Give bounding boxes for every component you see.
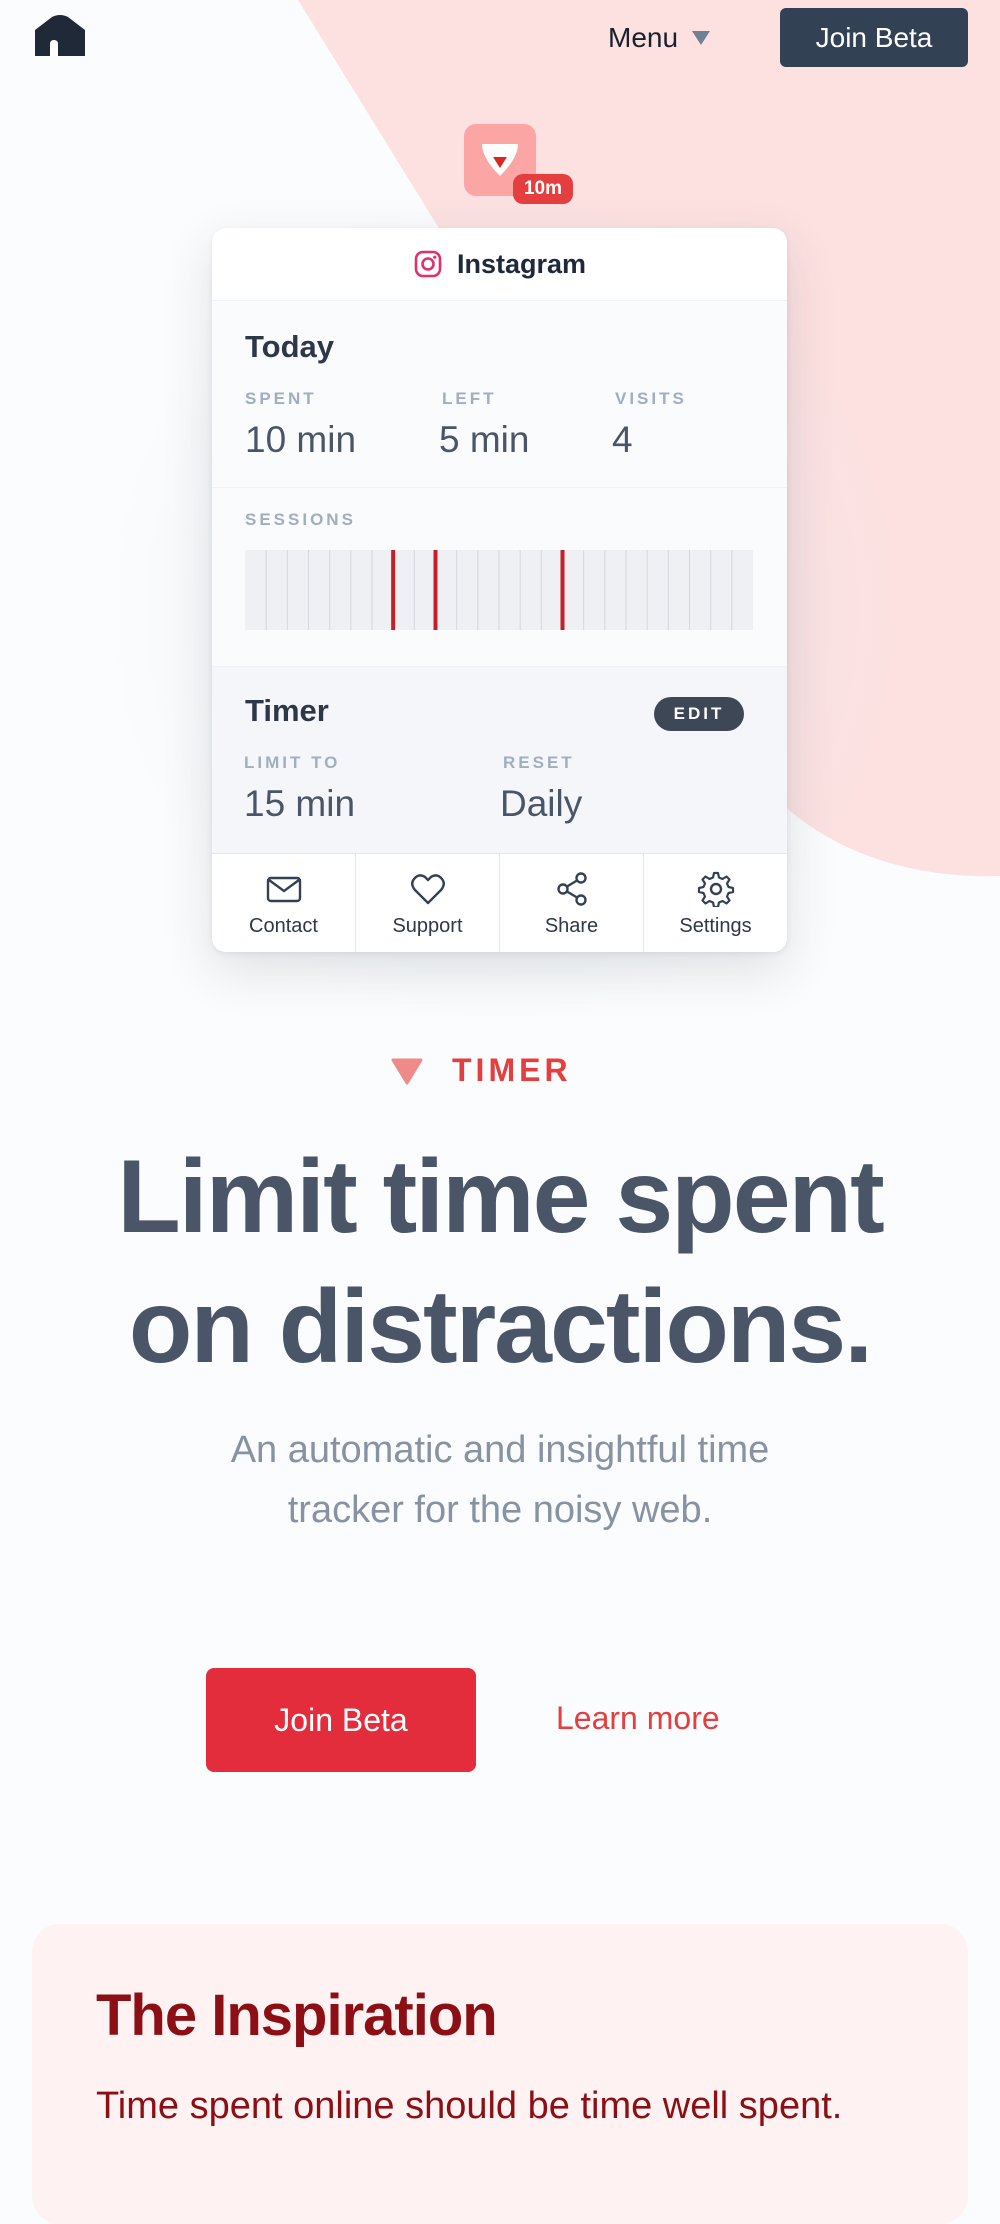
session-tick	[604, 550, 606, 630]
left-label: LEFT	[442, 389, 497, 408]
hero-headline: Limit time spent on distractions.	[0, 1132, 1000, 1392]
logo-icon[interactable]	[32, 14, 88, 58]
card-tab-bar: Contact Support Share Settings	[212, 854, 787, 952]
session-tick	[308, 550, 309, 630]
session-marker	[391, 550, 396, 630]
menu-label: Menu	[608, 22, 679, 53]
join-beta-nav-button[interactable]: Join Beta	[780, 8, 968, 67]
edit-timer-button[interactable]: EDIT	[654, 697, 744, 731]
share-icon	[556, 872, 587, 906]
app-name: Instagram	[456, 248, 587, 279]
session-tick	[540, 550, 542, 630]
menu-dropdown[interactable]: Menu	[608, 18, 711, 58]
headline-line: Limit time spent	[117, 1139, 884, 1255]
session-tick	[625, 550, 627, 630]
left-value: 5 min	[439, 419, 530, 460]
inspiration-text: Time spent online should be time well sp…	[96, 2085, 843, 2127]
session-marker	[560, 550, 565, 630]
tab-support[interactable]: Support	[356, 854, 500, 952]
session-tick	[286, 550, 288, 630]
subhead-line: tracker for the noisy web.	[287, 1489, 713, 1531]
tab-label: Support	[392, 915, 463, 937]
app-card: Instagram Today SPENT 10 min LEFT 5 min …	[212, 228, 787, 952]
session-tick	[498, 550, 500, 630]
session-tick	[731, 550, 733, 630]
sessions-section: SESSIONS	[212, 488, 787, 667]
inspiration-title: The Inspiration	[96, 1983, 498, 2048]
tab-settings[interactable]: Settings	[644, 854, 787, 952]
mail-icon	[266, 876, 301, 903]
visits-label: VISITS	[615, 389, 687, 408]
timer-section: Timer EDIT LIMIT TO 15 min RESET Daily	[212, 667, 787, 854]
session-tick	[371, 550, 373, 630]
card-header: Instagram	[212, 228, 787, 301]
reset-label: RESET	[503, 753, 575, 772]
instagram-icon	[414, 250, 442, 278]
session-tick	[710, 550, 712, 630]
session-tick	[329, 550, 331, 630]
heart-icon	[410, 874, 445, 905]
join-beta-button[interactable]: Join Beta	[206, 1668, 476, 1772]
section-eyebrow: TIMER	[390, 1052, 572, 1089]
session-tick	[477, 550, 479, 630]
session-tick	[350, 550, 352, 630]
session-tick	[689, 550, 690, 630]
inspiration-section: The Inspiration Time spent online should…	[32, 1924, 968, 2224]
tab-label: Contact	[249, 915, 318, 937]
session-tick	[646, 550, 648, 630]
tab-contact[interactable]: Contact	[212, 854, 356, 952]
session-tick	[265, 550, 267, 630]
caret-down-icon	[692, 31, 711, 45]
session-marker	[433, 550, 438, 630]
shield-icon	[482, 144, 518, 176]
spent-label: SPENT	[245, 389, 317, 408]
subhead-line: An automatic and insightful time	[230, 1429, 770, 1471]
tab-label: Settings	[679, 915, 752, 937]
session-tick	[667, 550, 669, 630]
timer-triangle-icon	[391, 1058, 423, 1084]
learn-more-link[interactable]: Learn more	[556, 1700, 720, 1737]
session-tick	[456, 550, 458, 630]
visits-value: 4	[612, 419, 633, 460]
limit-label: LIMIT TO	[244, 753, 341, 772]
limit-value[interactable]: 15 min	[244, 783, 355, 825]
session-tick	[413, 550, 415, 630]
session-tick	[583, 550, 585, 630]
spent-value: 10 min	[245, 419, 357, 460]
headline-line: on distractions.	[128, 1269, 873, 1385]
tab-label: Share	[544, 915, 599, 937]
hero-subheading: An automatic and insightful time tracker…	[150, 1420, 850, 1540]
session-tick	[519, 550, 521, 630]
today-title: Today	[245, 329, 334, 364]
tab-share[interactable]: Share	[500, 854, 644, 952]
sessions-track	[245, 550, 753, 630]
gear-icon	[697, 871, 734, 907]
time-badge: 10m	[513, 174, 573, 204]
reset-value[interactable]: Daily	[500, 783, 582, 825]
eyebrow-label: TIMER	[452, 1052, 572, 1088]
timer-title: Timer	[245, 693, 329, 728]
today-section: Today SPENT 10 min LEFT 5 min VISITS 4	[212, 301, 787, 488]
sessions-label: SESSIONS	[245, 510, 356, 529]
